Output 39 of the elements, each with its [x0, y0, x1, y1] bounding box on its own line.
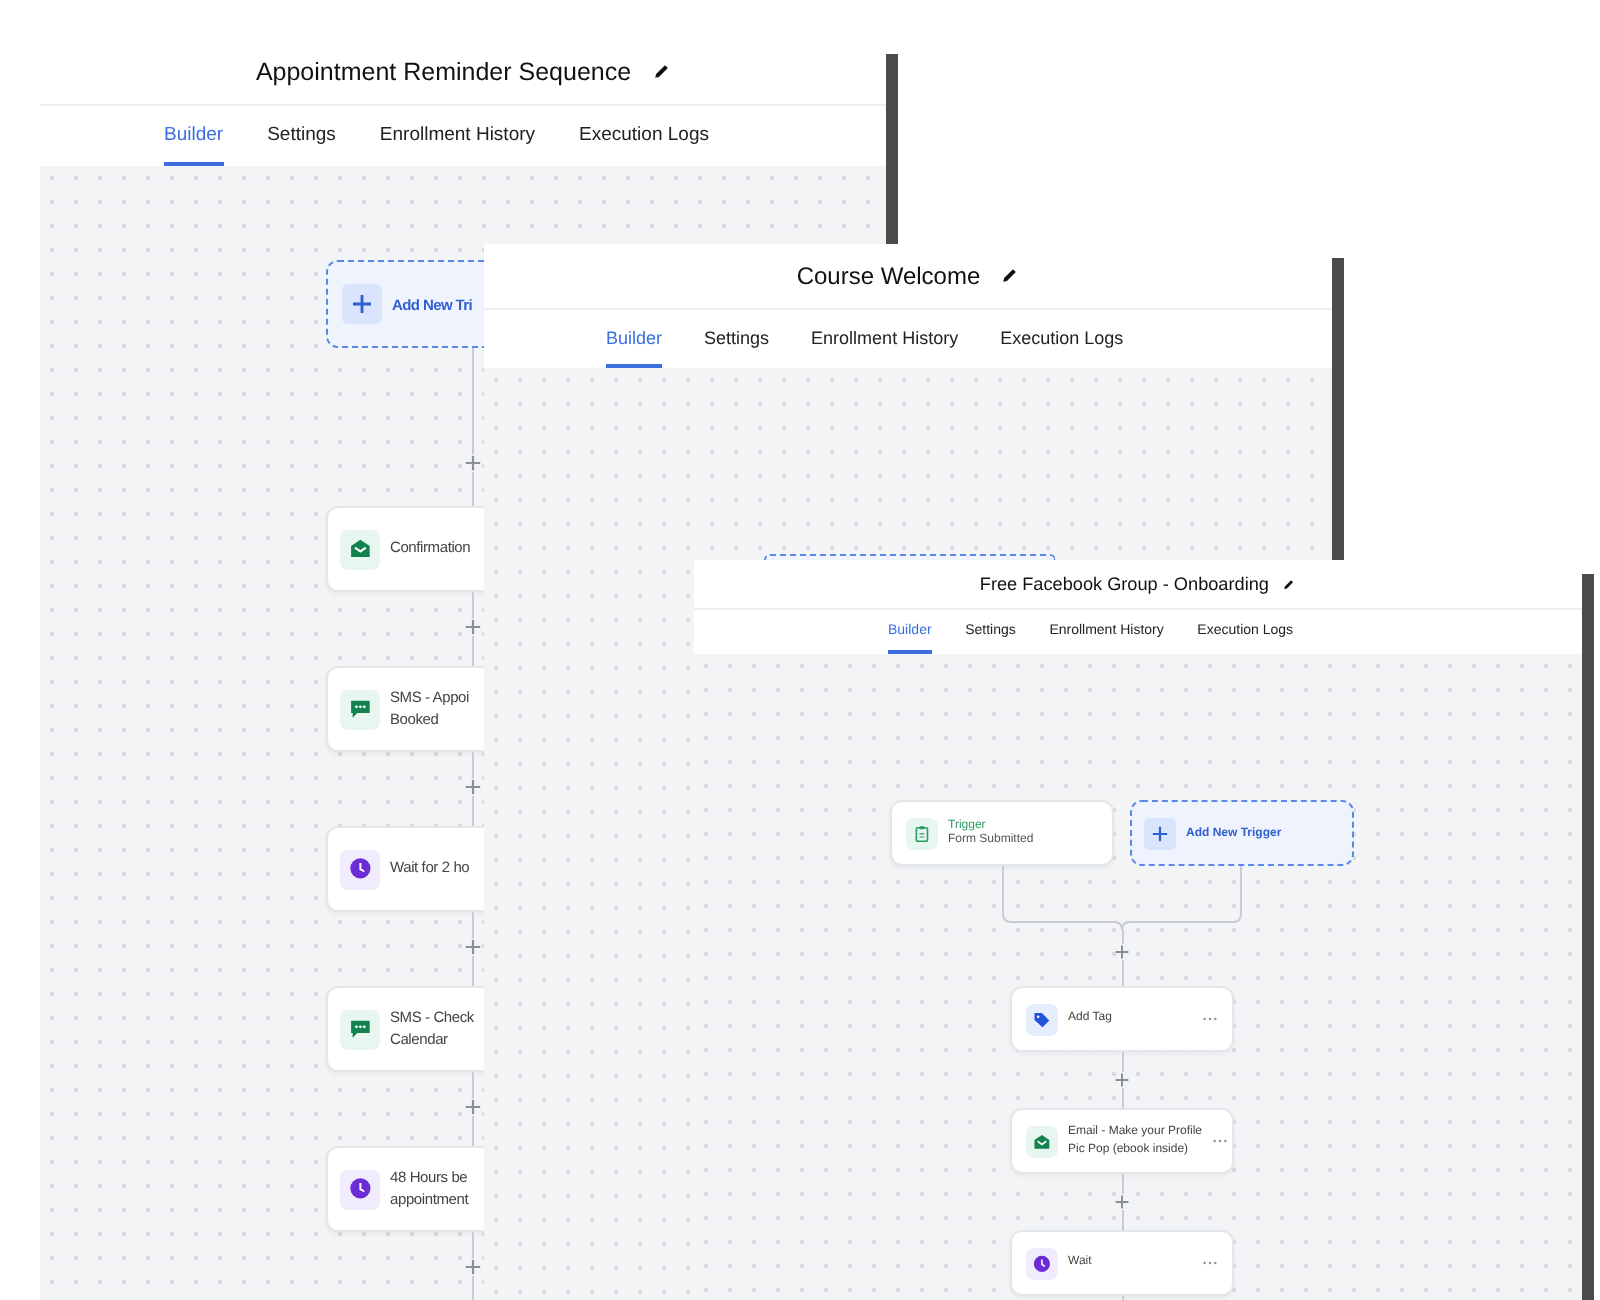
chat-icon — [340, 689, 380, 729]
tab[interactable]: Settings — [267, 106, 336, 166]
more-icon[interactable] — [1202, 1016, 1218, 1022]
envelope-icon — [1026, 1125, 1058, 1157]
clock-icon — [340, 849, 380, 889]
more-icon[interactable] — [1212, 1138, 1229, 1144]
plus-icon[interactable] — [463, 618, 481, 636]
tab[interactable]: Enrollment History — [811, 310, 959, 368]
envelope-icon — [340, 529, 380, 569]
plus-icon[interactable] — [463, 1258, 481, 1276]
scrollbar[interactable] — [1582, 574, 1594, 1300]
tab[interactable]: Enrollment History — [379, 106, 536, 166]
pencil-icon[interactable] — [1282, 577, 1297, 591]
workflow-title: Course Welcome — [796, 262, 981, 290]
tab[interactable]: Execution Logs — [579, 106, 709, 166]
workflow-title: Appointment Reminder Sequence — [255, 58, 632, 86]
tab[interactable]: Execution Logs — [1000, 310, 1124, 368]
plus-icon[interactable] — [463, 1098, 481, 1116]
scrollbar[interactable] — [1332, 258, 1344, 560]
plus-icon — [1144, 817, 1176, 849]
plus-icon[interactable] — [1114, 1072, 1130, 1088]
clipboard-icon — [906, 817, 938, 849]
tag-icon — [1026, 1003, 1058, 1035]
pencil-icon[interactable] — [651, 62, 671, 82]
plus-icon[interactable] — [463, 454, 481, 472]
chat-icon — [340, 1009, 380, 1049]
pencil-icon[interactable] — [1000, 266, 1020, 286]
add-trigger-button[interactable] — [764, 554, 1056, 560]
tab[interactable]: Settings — [704, 310, 770, 368]
plus-icon[interactable] — [463, 778, 481, 796]
workflow-title: Free Facebook Group - Onboarding — [979, 574, 1269, 594]
plus-icon — [342, 284, 382, 324]
clock-icon — [1026, 1247, 1058, 1279]
clock-icon — [340, 1169, 380, 1209]
plus-icon[interactable] — [463, 938, 481, 956]
scrollbar[interactable] — [886, 54, 898, 244]
more-icon[interactable] — [1202, 1260, 1218, 1266]
plus-icon[interactable] — [1114, 1194, 1130, 1210]
plus-icon[interactable] — [1114, 944, 1130, 960]
